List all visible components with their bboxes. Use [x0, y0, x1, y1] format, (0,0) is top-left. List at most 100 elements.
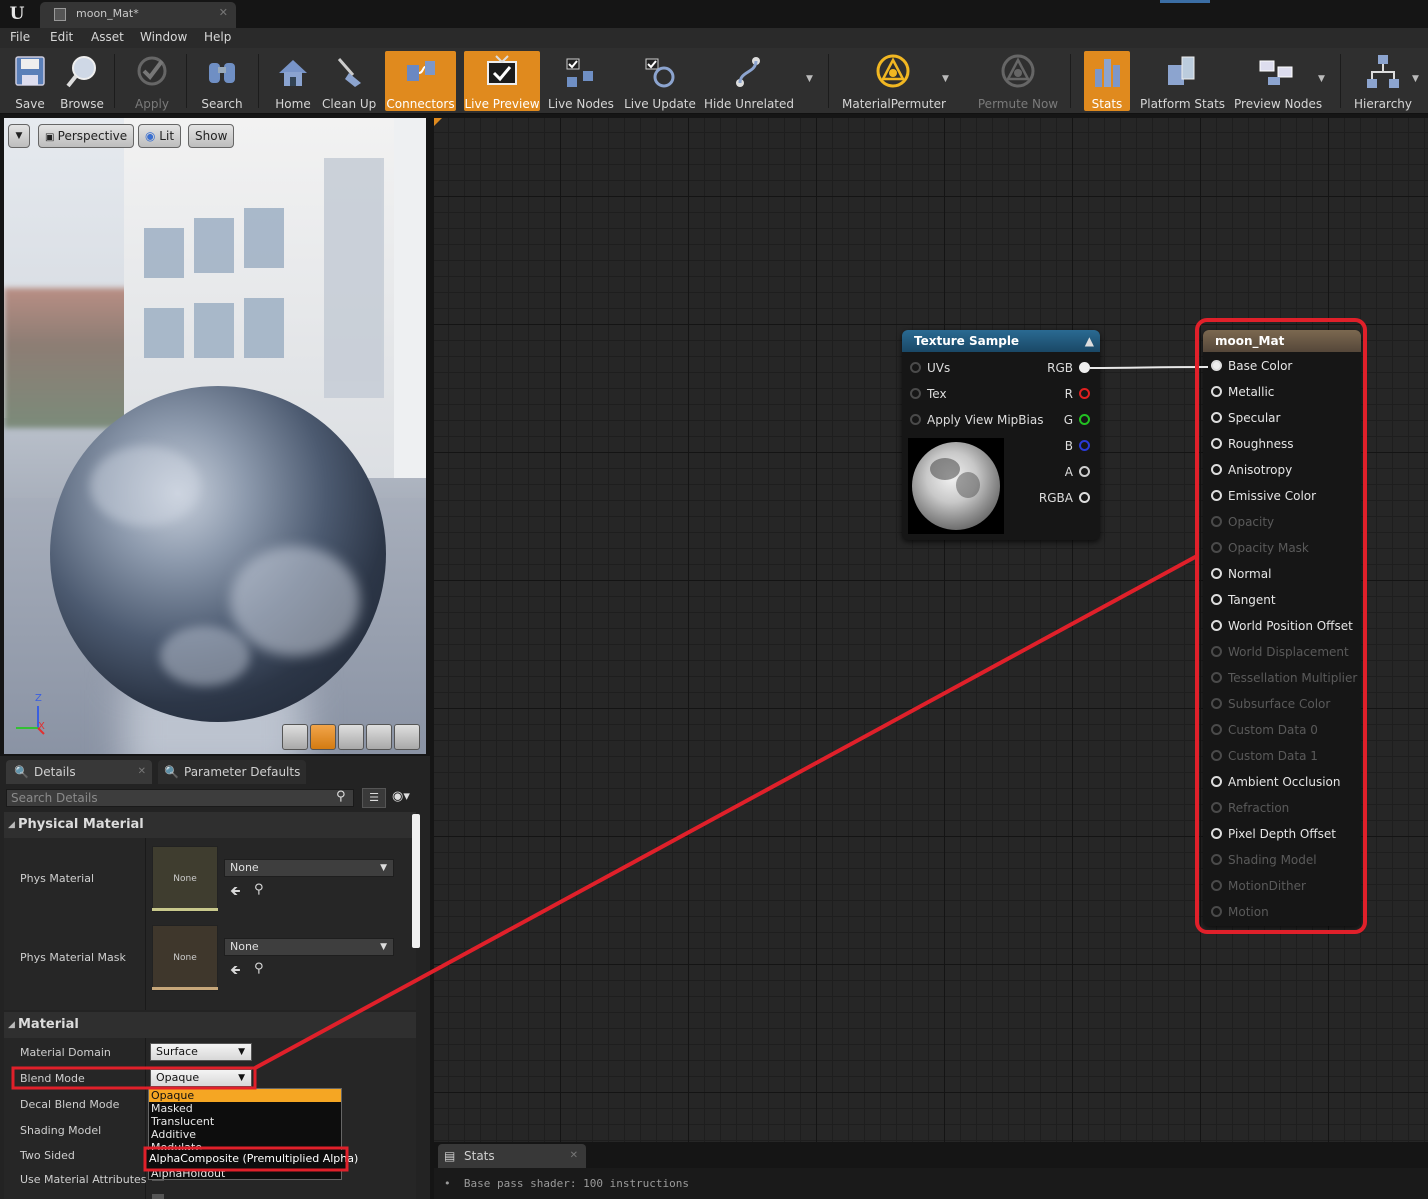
material-input-pin-icon[interactable] [1211, 386, 1222, 397]
viewport-options-button[interactable]: ▼ [8, 124, 30, 148]
material-pin-row[interactable]: Normal [1211, 567, 1271, 581]
sphere-preview-icon[interactable] [310, 724, 336, 750]
material-pin-row[interactable]: Base Color [1211, 359, 1292, 373]
phys-material-mask-thumbnail[interactable]: None [152, 925, 218, 991]
hide-unrelated-button[interactable]: Hide Unrelated [704, 51, 794, 111]
menu-window[interactable]: Window [140, 30, 187, 44]
material-input-pin-icon[interactable] [1211, 620, 1222, 631]
blend-mode-combo[interactable]: Opaque ▼ [150, 1069, 252, 1087]
material-input-pin-icon[interactable] [1211, 828, 1222, 839]
material-input-pin-icon[interactable] [1211, 412, 1222, 423]
material-input-pin-icon[interactable] [1211, 854, 1222, 865]
material-input-pin-icon[interactable] [1211, 906, 1222, 917]
save-button[interactable]: Save [6, 51, 54, 111]
rgba-output-pin[interactable]: RGBA [1039, 491, 1090, 505]
browse-magnifier-icon[interactable]: ⚲ [254, 882, 264, 897]
material-pin-row[interactable]: Emissive Color [1211, 489, 1316, 503]
menu-edit[interactable]: Edit [50, 30, 73, 44]
material-input-pin-icon[interactable] [1211, 490, 1222, 501]
uvs-input-pin[interactable]: UVs [910, 361, 950, 375]
material-pin-row[interactable]: Motion [1211, 905, 1269, 919]
menu-file[interactable]: File [10, 30, 30, 44]
tab-details[interactable]: 🔍 Details ✕ [6, 760, 152, 784]
material-input-pin-icon[interactable] [1211, 542, 1222, 553]
cylinder-preview-icon[interactable] [282, 724, 308, 750]
material-pin-row[interactable]: World Displacement [1211, 645, 1349, 659]
material-input-pin-icon[interactable] [1211, 594, 1222, 605]
search-icon[interactable]: ⚲ [336, 789, 346, 804]
hierarchy-dropdown-icon[interactable]: ▼ [1412, 74, 1419, 84]
material-pin-row[interactable]: Tessellation Multiplier [1211, 671, 1357, 685]
preview-nodes-dropdown-icon[interactable]: ▼ [1318, 74, 1325, 84]
menu-help[interactable]: Help [204, 30, 231, 44]
use-selected-arrow-icon[interactable]: 🡸 [230, 882, 241, 904]
preview-viewport[interactable]: ▼ ▣ Perspective ◉ Lit Show Z X [4, 118, 426, 754]
material-input-pin-icon[interactable] [1211, 672, 1222, 683]
material-input-pin-icon[interactable] [1211, 724, 1222, 735]
material-category[interactable]: ◢ Material [4, 1012, 416, 1038]
blend-option-additive[interactable]: Additive [151, 1128, 196, 1141]
stats-button[interactable]: Stats [1084, 51, 1130, 111]
material-pin-row[interactable]: Custom Data 0 [1211, 723, 1318, 737]
hide-unrelated-dropdown-icon[interactable]: ▼ [806, 74, 813, 84]
blend-option-masked[interactable]: Masked [151, 1102, 193, 1115]
material-pin-row[interactable]: Opacity [1211, 515, 1274, 529]
mipbias-input-pin[interactable]: Apply View MipBias [910, 413, 1043, 427]
material-pin-row[interactable]: Metallic [1211, 385, 1274, 399]
phys-material-combo[interactable]: None ▼ [224, 859, 394, 877]
rgb-pin-icon[interactable] [1079, 362, 1090, 373]
preview-nodes-button[interactable]: Preview Nodes [1234, 51, 1322, 111]
live-preview-button[interactable]: Live Preview [464, 51, 540, 111]
details-scrollbar[interactable] [412, 814, 420, 948]
material-pin-row[interactable]: Tangent [1211, 593, 1276, 607]
material-input-pin-icon[interactable] [1211, 750, 1222, 761]
show-button[interactable]: Show [188, 124, 235, 148]
lit-button[interactable]: ◉ Lit [138, 124, 182, 148]
material-pin-row[interactable]: Ambient Occlusion [1211, 775, 1340, 789]
r-output-pin[interactable]: R [1065, 387, 1090, 401]
g-output-pin[interactable]: G [1064, 413, 1090, 427]
material-input-pin-icon[interactable] [1211, 698, 1222, 709]
a-output-pin[interactable]: A [1065, 465, 1090, 479]
browse-magnifier-icon[interactable]: ⚲ [254, 961, 264, 976]
material-input-pin-icon[interactable] [1211, 646, 1222, 657]
material-permuter-button[interactable]: MaterialPermuter [842, 51, 946, 111]
texture-sample-node[interactable]: Texture Sample ▲ UVs Tex Apply View MipB… [902, 330, 1100, 540]
perspective-button[interactable]: ▣ Perspective [38, 124, 135, 148]
apply-button[interactable]: Apply [128, 51, 176, 111]
material-input-pin-icon[interactable] [1211, 776, 1222, 787]
tab-close-icon[interactable]: ✕ [570, 1144, 578, 1168]
tab-close-icon[interactable]: ✕ [138, 760, 146, 784]
permuter-dropdown-icon[interactable]: ▼ [942, 74, 949, 84]
view-options-button[interactable]: ☰ [362, 788, 386, 808]
material-input-pin-icon[interactable] [1211, 516, 1222, 527]
cube-preview-icon[interactable] [366, 724, 392, 750]
phys-material-thumbnail[interactable]: None [152, 846, 218, 912]
material-pin-row[interactable]: World Position Offset [1211, 619, 1353, 633]
document-tab[interactable]: moon_Mat* ✕ [40, 2, 236, 28]
material-pin-row[interactable]: Opacity Mask [1211, 541, 1309, 555]
material-pin-row[interactable]: Custom Data 1 [1211, 749, 1318, 763]
material-domain-combo[interactable]: Surface ▼ [150, 1043, 252, 1061]
r-pin-icon[interactable] [1079, 388, 1090, 399]
use-material-attributes-checkbox[interactable] [152, 1194, 164, 1199]
custom-mesh-preview-icon[interactable] [394, 724, 420, 750]
material-pin-row[interactable]: Specular [1211, 411, 1280, 425]
tex-input-pin[interactable]: Tex [910, 387, 947, 401]
phys-material-mask-combo[interactable]: None ▼ [224, 938, 394, 956]
blend-option-opaque[interactable]: Opaque [149, 1089, 341, 1102]
plane-preview-icon[interactable] [338, 724, 364, 750]
material-input-pin-icon[interactable] [1211, 360, 1222, 371]
material-pin-row[interactable]: Shading Model [1211, 853, 1317, 867]
platform-stats-button[interactable]: Platform Stats [1140, 51, 1225, 111]
tab-close-icon[interactable]: ✕ [219, 6, 228, 19]
live-nodes-button[interactable]: Live Nodes [548, 51, 614, 111]
material-pin-row[interactable]: Pixel Depth Offset [1211, 827, 1336, 841]
tab-parameter-defaults[interactable]: 🔍 Parameter Defaults [158, 760, 306, 784]
material-pin-row[interactable]: Anisotropy [1211, 463, 1292, 477]
material-input-pin-icon[interactable] [1211, 568, 1222, 579]
g-pin-icon[interactable] [1079, 414, 1090, 425]
physical-material-category[interactable]: ◢ Physical Material [4, 812, 416, 838]
collapse-triangle-icon[interactable]: ▲ [1085, 330, 1094, 352]
permute-now-button[interactable]: Permute Now [976, 51, 1060, 111]
